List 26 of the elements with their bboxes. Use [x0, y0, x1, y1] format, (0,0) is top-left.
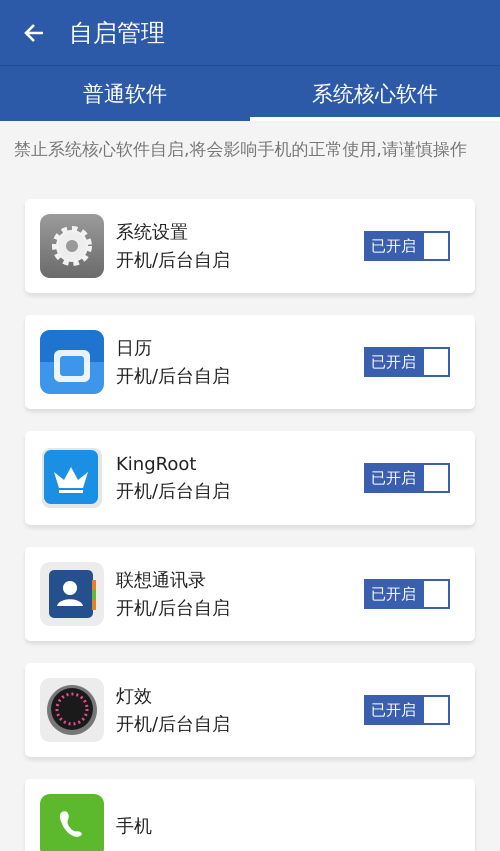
autostart-toggle[interactable]: 已开启 — [364, 579, 450, 609]
warning-text: 禁止系统核心软件自启,将会影响手机的正常使用,请谨慎操作 — [13, 139, 468, 161]
calendar-icon — [40, 330, 104, 394]
app-subtitle: 开机/后台自启 — [116, 365, 232, 388]
back-arrow-icon[interactable] — [23, 22, 45, 44]
autostart-toggle[interactable]: 已开启 — [364, 347, 450, 377]
crown-icon — [40, 446, 104, 510]
app-name: 手机 — [116, 815, 153, 838]
app-name: KingRoot — [116, 454, 198, 474]
app-name: 联想通讯录 — [116, 569, 207, 592]
autostart-toggle[interactable]: 已开启 — [364, 463, 450, 493]
app-name: 灯效 — [116, 685, 153, 708]
app-subtitle: 开机/后台自启 — [116, 249, 232, 272]
contact-book-icon — [40, 562, 104, 626]
app-name: 日历 — [116, 337, 153, 360]
autostart-toggle[interactable]: 已开启 — [364, 695, 450, 725]
tab[interactable]: 系统核心软件 — [250, 66, 500, 121]
app-subtitle: 开机/后台自启 — [116, 597, 232, 620]
led-icon — [40, 678, 104, 742]
app-subtitle: 开机/后台自启 — [116, 713, 232, 736]
gear-icon — [40, 214, 104, 278]
tab[interactable]: 普通软件 — [0, 66, 250, 121]
page-title: 自启管理 — [69, 18, 165, 48]
autostart-toggle[interactable]: 已开启 — [364, 231, 450, 261]
app-subtitle: 开机/后台自启 — [116, 480, 232, 502]
app-name: 系统设置 — [116, 221, 189, 244]
